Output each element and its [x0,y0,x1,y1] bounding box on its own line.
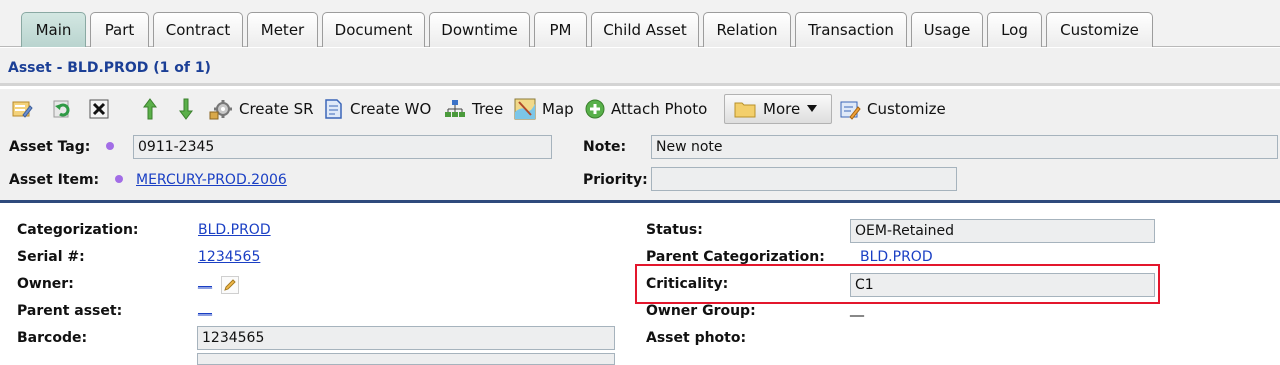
tab-customize[interactable]: Customize [1046,12,1153,47]
asset-tag-field[interactable]: 0911-2345 [133,135,552,159]
tab-usage[interactable]: Usage [911,12,983,47]
owner-group-value: __ [850,301,864,317]
previous-button[interactable] [143,96,157,122]
attach-photo-label: Attach Photo [611,100,708,118]
edit-owner-button[interactable] [221,276,239,294]
edit-button[interactable] [11,96,33,122]
priority-label: Priority: [583,172,648,188]
next-button[interactable] [179,96,193,122]
gear-icon [209,100,232,120]
tab-part[interactable]: Part [90,12,149,47]
tab-pm[interactable]: PM [534,12,587,47]
document-icon [325,99,342,119]
folder-icon [734,102,756,118]
serial-link[interactable]: 1234565 [198,249,260,265]
customize-icon [840,101,861,120]
map-button[interactable]: Map [514,96,574,122]
asset-photo-label: Asset photo: [646,330,747,346]
refresh-icon [53,100,70,118]
section-divider [0,200,1280,203]
asset-item-label: Asset Item: [9,172,100,188]
title-bar: Asset - BLD.PROD (1 of 1) [0,48,1280,86]
close-button[interactable] [89,96,109,122]
create-sr-label: Create SR [239,100,314,118]
page-title: Asset - BLD.PROD (1 of 1) [8,60,211,76]
tab-child-asset[interactable]: Child Asset [591,12,699,47]
edit-icon [12,101,33,118]
more-dropdown[interactable]: More [724,94,832,124]
tab-main[interactable]: Main [21,12,86,47]
asset-tag-label: Asset Tag: [9,139,91,155]
barcode-label: Barcode: [17,330,88,346]
parent-categorization-label: Parent Categorization: [646,249,825,265]
criticality-field[interactable]: C1 [850,273,1155,297]
criticality-label: Criticality: [646,276,729,292]
tab-document[interactable]: Document [322,12,425,47]
categorization-label: Categorization: [17,222,139,238]
barcode-field[interactable]: 1234565 [197,326,615,350]
more-label: More [763,100,801,118]
create-sr-button[interactable]: Create SR [209,96,314,122]
owner-link[interactable]: __ [198,273,212,289]
create-wo-button[interactable]: Create WO [322,96,431,122]
note-label: Note: [583,139,627,155]
note-field[interactable]: New note [651,135,1278,159]
map-icon [514,98,536,120]
next-field-partial[interactable] [197,353,615,365]
close-icon [89,99,109,119]
create-wo-label: Create WO [350,100,432,118]
toolbar: Create SR Create WO Tree Map Attach Phot… [0,89,1280,129]
tab-downtime[interactable]: Downtime [429,12,530,47]
tab-bar: Main Part Contract Meter Document Downti… [0,0,1280,47]
tab-log[interactable]: Log [987,12,1042,47]
tab-relation[interactable]: Relation [703,12,791,47]
refresh-button[interactable] [51,96,73,122]
customize-button[interactable]: Customize [839,96,946,122]
serial-label: Serial #: [17,249,85,265]
caret-down-icon [807,105,818,112]
tree-label: Tree [472,100,504,118]
arrow-down-icon [179,98,193,120]
add-circle-icon [585,99,605,119]
required-indicator-icon [115,175,123,183]
customize-label: Customize [867,100,946,118]
status-field[interactable]: OEM-Retained [850,219,1155,243]
required-indicator-icon [106,142,114,150]
pencil-icon [224,279,236,291]
status-label: Status: [646,222,703,238]
arrow-up-icon [143,98,157,120]
tab-meter[interactable]: Meter [247,12,318,47]
parent-asset-label: Parent asset: [17,303,123,319]
tree-icon [445,100,465,117]
tree-button[interactable]: Tree [444,96,503,122]
categorization-link[interactable]: BLD.PROD [198,222,271,238]
parent-categorization-link[interactable]: BLD.PROD [860,249,933,265]
tab-transaction[interactable]: Transaction [795,12,907,47]
owner-label: Owner: [17,276,74,292]
map-label: Map [542,100,574,118]
tab-contract[interactable]: Contract [153,12,243,47]
parent-asset-link[interactable]: __ [198,300,212,316]
asset-item-link[interactable]: MERCURY-PROD.2006 [136,172,287,188]
priority-field[interactable] [651,167,957,191]
owner-group-label: Owner Group: [646,303,756,319]
attach-photo-button[interactable]: Attach Photo [585,96,707,122]
